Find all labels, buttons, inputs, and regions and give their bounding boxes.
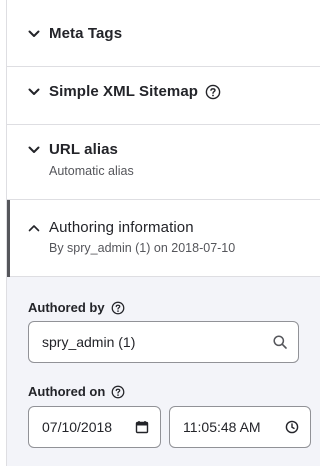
- section-url-alias[interactable]: URL alias Automatic alias: [7, 125, 320, 200]
- help-icon[interactable]: [111, 301, 125, 315]
- time-input[interactable]: 11:05:48 AM: [169, 406, 311, 448]
- section-simple-xml-sitemap[interactable]: Simple XML Sitemap: [7, 67, 320, 125]
- label-text: Authored by: [28, 300, 105, 315]
- chevron-down-icon: [27, 27, 41, 41]
- section-authoring-header[interactable]: Authoring information: [27, 219, 194, 236]
- section-title: Meta Tags: [49, 25, 123, 42]
- chevron-down-icon: [27, 85, 41, 99]
- section-meta-tags-header[interactable]: Meta Tags: [27, 25, 122, 42]
- authored-by-label: Authored by: [28, 300, 125, 315]
- date-value: 07/10/2018: [42, 419, 113, 435]
- chevron-down-icon: [27, 143, 41, 157]
- active-section-indicator: [7, 200, 10, 277]
- search-icon: [272, 334, 288, 350]
- section-sitemap-header[interactable]: Simple XML Sitemap: [27, 83, 221, 100]
- authored-by-field[interactable]: spry_admin (1): [28, 321, 299, 363]
- calendar-icon[interactable]: [134, 419, 150, 435]
- clock-icon[interactable]: [284, 419, 300, 435]
- help-icon[interactable]: [111, 385, 125, 399]
- section-url-alias-header[interactable]: URL alias: [27, 141, 118, 158]
- section-summary: Automatic alias: [49, 164, 134, 178]
- section-title: Authoring information: [49, 219, 194, 236]
- authoring-form: Authored by spry_admin (1) Authored on 0…: [7, 277, 320, 466]
- section-authoring-information[interactable]: Authoring information By spry_admin (1) …: [7, 200, 320, 277]
- label-text: Authored on: [28, 384, 106, 399]
- time-value: 11:05:48 AM: [183, 419, 261, 435]
- chevron-up-icon: [27, 221, 41, 235]
- section-title: Simple XML Sitemap: [49, 83, 199, 100]
- section-summary: By spry_admin (1) on 2018-07-10: [49, 241, 236, 255]
- date-input[interactable]: 07/10/2018: [28, 406, 161, 448]
- sidebar-panel: Meta Tags Simple XML Sitemap URL alias A…: [6, 0, 320, 466]
- authored-on-label: Authored on: [28, 384, 125, 399]
- section-title: URL alias: [49, 141, 118, 158]
- authored-by-value: spry_admin (1): [42, 334, 136, 350]
- help-icon[interactable]: [205, 84, 221, 100]
- section-meta-tags[interactable]: Meta Tags: [7, 0, 320, 67]
